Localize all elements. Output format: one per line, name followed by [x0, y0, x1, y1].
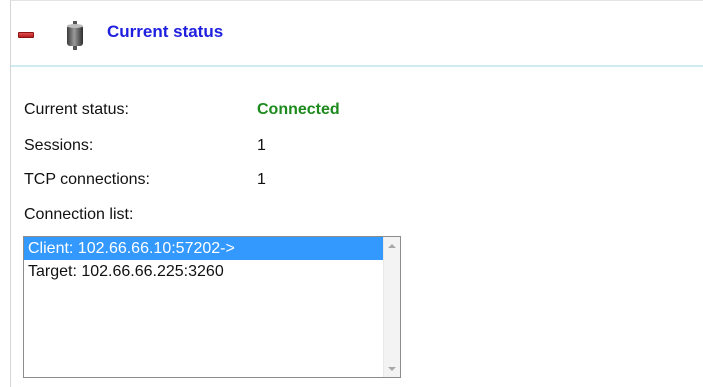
vertical-scrollbar[interactable] — [383, 237, 400, 377]
panel-header: Current status — [11, 1, 703, 63]
current-status-label: Current status: — [24, 101, 129, 118]
tcp-connections-row: TCP connections: 1 — [24, 171, 266, 189]
current-status-row: Current status: Connected — [24, 101, 340, 119]
sessions-label: Sessions: — [24, 137, 94, 154]
connection-listbox[interactable]: Client: 102.66.66.10:57202-> Target: 102… — [23, 236, 401, 378]
disk-icon — [67, 21, 83, 50]
sessions-row: Sessions: 1 — [24, 137, 266, 155]
tcp-connections-label: TCP connections: — [24, 171, 150, 188]
scroll-up-button[interactable] — [384, 237, 400, 254]
connection-list-items: Client: 102.66.66.10:57202-> Target: 102… — [24, 237, 383, 377]
collapse-minus-icon[interactable] — [18, 32, 34, 38]
connection-list-label: Connection list: — [24, 206, 134, 223]
tcp-connections-value: 1 — [257, 171, 266, 188]
scroll-down-button[interactable] — [384, 360, 400, 377]
current-status-value: Connected — [257, 101, 340, 118]
list-item[interactable]: Client: 102.66.66.10:57202-> — [24, 237, 383, 260]
header-divider — [11, 65, 703, 67]
arrow-down-icon — [388, 366, 396, 371]
panel-title: Current status — [107, 22, 224, 41]
sessions-value: 1 — [257, 137, 266, 154]
list-item[interactable]: Target: 102.66.66.225:3260 — [24, 260, 383, 283]
arrow-up-icon — [388, 243, 396, 248]
status-panel: Current status Current status: Connected … — [10, 0, 703, 387]
